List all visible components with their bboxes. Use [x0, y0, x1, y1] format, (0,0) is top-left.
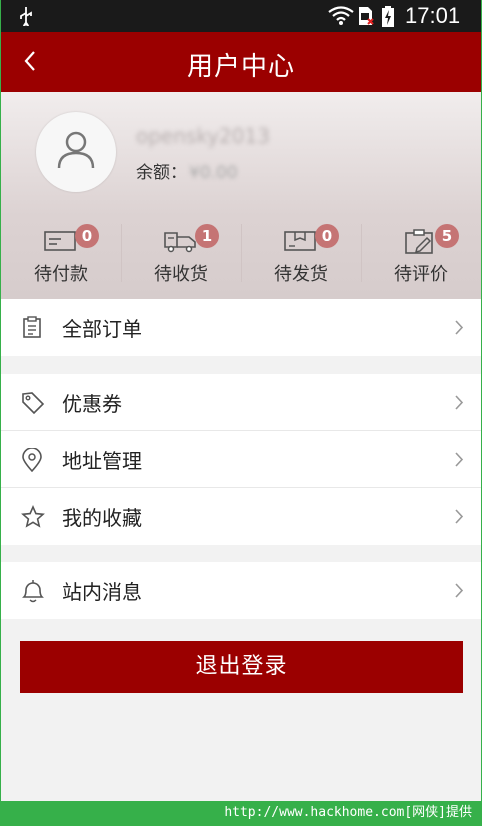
account-group: 优惠券 地址管理 我的收藏	[1, 374, 481, 545]
page-title: 用户中心	[186, 52, 295, 82]
balance-value: ¥0.00	[189, 163, 238, 183]
sim-icon	[357, 6, 375, 30]
status-bar: 17:01	[1, 0, 481, 32]
menu-item-label: 优惠券	[62, 392, 122, 416]
order-status-label: 待发货	[274, 264, 328, 285]
username: opensky2013	[136, 124, 270, 148]
status-time: 17:01	[405, 3, 461, 28]
usb-icon	[19, 6, 33, 30]
user-icon	[57, 131, 95, 169]
menu-item-messages[interactable]: 站内消息	[1, 562, 481, 619]
app-header: 用户中心	[1, 32, 481, 92]
menu-item-label: 地址管理	[62, 449, 142, 473]
chevron-right-icon	[455, 509, 464, 528]
chevron-right-icon	[455, 452, 464, 471]
app-screen: 17:01 用户中心 opensky2013 余额： ¥0.00 0 待付款 1…	[1, 0, 481, 801]
menu-item-coupons[interactable]: 优惠券	[1, 374, 481, 431]
order-status-pending-receipt[interactable]: 1 待收货	[121, 212, 241, 299]
order-status-label: 待付款	[34, 264, 88, 285]
avatar[interactable]	[36, 112, 116, 192]
menu-item-favorites[interactable]: 我的收藏	[1, 488, 481, 545]
menu-item-label: 我的收藏	[62, 506, 142, 530]
payment-card-icon	[43, 228, 77, 258]
battery-charging-icon	[381, 6, 395, 32]
clipboard-list-icon	[21, 316, 43, 342]
order-status-label: 待收货	[154, 264, 208, 285]
order-status-label: 待评价	[394, 264, 448, 285]
package-box-icon	[283, 228, 317, 258]
review-clipboard-icon	[403, 228, 437, 260]
chevron-right-icon	[455, 395, 464, 414]
count-badge: 0	[75, 224, 99, 248]
menu-item-label: 站内消息	[62, 580, 142, 604]
chevron-right-icon	[455, 320, 464, 339]
chevron-right-icon	[455, 583, 464, 602]
location-pin-icon	[21, 447, 43, 476]
delivery-truck-icon	[163, 228, 199, 258]
wifi-icon	[328, 6, 354, 30]
count-badge: 0	[315, 224, 339, 248]
order-status-bar: 0 待付款 1 待收货 0 待发货 5 待评价	[1, 212, 481, 299]
order-status-pending-review[interactable]: 5 待评价	[361, 212, 481, 299]
order-status-pending-payment[interactable]: 0 待付款	[1, 212, 121, 299]
orders-group: 全部订单	[1, 299, 481, 356]
count-badge: 1	[195, 224, 219, 248]
bell-icon	[21, 579, 45, 607]
order-status-pending-shipment[interactable]: 0 待发货	[241, 212, 361, 299]
profile-section: opensky2013 余额： ¥0.00 0 待付款 1 待收货 0 待发货 …	[1, 92, 481, 299]
menu-item-label: 全部订单	[62, 317, 142, 341]
watermark-text: http://www.hackhome.com[网侠]提供	[224, 805, 472, 820]
count-badge: 5	[435, 224, 459, 248]
menu-item-address[interactable]: 地址管理	[1, 431, 481, 488]
balance-label: 余额：	[136, 163, 187, 183]
tag-icon	[21, 391, 45, 419]
star-icon	[21, 505, 45, 533]
logout-button[interactable]: 退出登录	[20, 641, 463, 693]
balance: 余额： ¥0.00	[136, 158, 238, 183]
messages-group: 站内消息	[1, 562, 481, 619]
menu-item-all-orders[interactable]: 全部订单	[1, 299, 481, 356]
